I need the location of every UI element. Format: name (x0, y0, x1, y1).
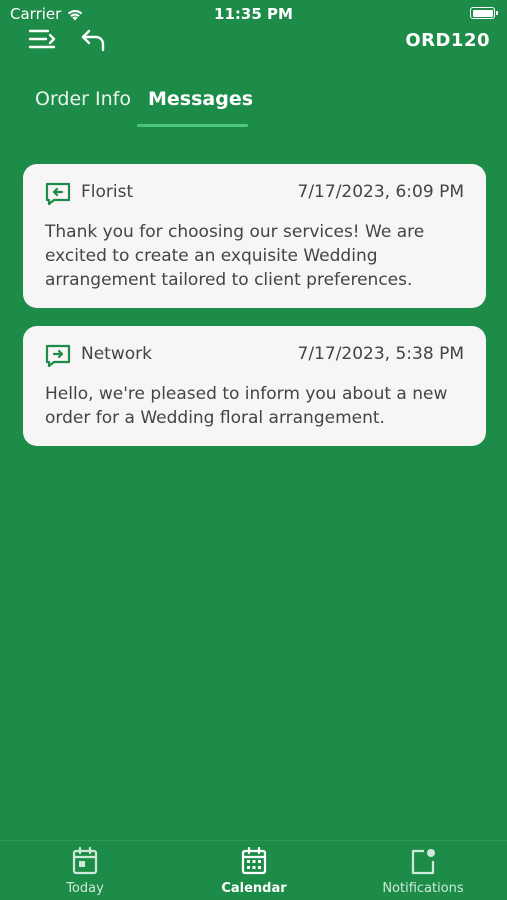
calendar-grid-icon (241, 847, 267, 875)
message-timestamp: 7/17/2023, 6:09 PM (297, 182, 464, 202)
message-outgoing-icon (45, 182, 71, 206)
message-header: Florist 7/17/2023, 6:09 PM (45, 180, 464, 208)
notification-icon (411, 849, 435, 875)
menu-icon (28, 29, 56, 49)
tab-messages[interactable]: Messages (148, 88, 253, 110)
message-body: Thank you for choosing our services! We … (45, 222, 425, 290)
status-time: 11:35 PM (214, 5, 293, 23)
undo-arrow-icon (81, 29, 105, 52)
menu-button[interactable] (28, 26, 58, 54)
battery-icon (470, 7, 498, 19)
tab-notifications[interactable]: Notifications (363, 847, 483, 896)
tab-calendar[interactable]: Calendar (194, 847, 314, 896)
order-id-title: ORD120 (405, 30, 490, 51)
tab-notifications-label: Notifications (382, 881, 464, 896)
tab-calendar-label: Calendar (221, 881, 287, 896)
message-header: Network 7/17/2023, 5:38 PM (45, 342, 464, 370)
message-card[interactable]: Florist 7/17/2023, 6:09 PM Thank you for… (23, 164, 486, 308)
message-sender: Florist (81, 182, 134, 202)
segment-tabs: Order Info Messages (0, 80, 507, 130)
tab-today[interactable]: Today (25, 847, 145, 896)
message-card[interactable]: Network 7/17/2023, 5:38 PM Hello, we're … (23, 326, 486, 446)
tab-today-label: Today (66, 881, 104, 896)
tab-order-info[interactable]: Order Info (35, 88, 131, 110)
message-sender: Network (81, 344, 152, 364)
active-tab-indicator (137, 124, 248, 127)
back-button[interactable] (80, 26, 110, 54)
message-incoming-icon (45, 344, 71, 368)
today-calendar-icon (72, 847, 98, 875)
nav-bar: ORD120 (0, 24, 507, 58)
message-body: Hello, we're pleased to inform you about… (45, 384, 448, 428)
message-timestamp: 7/17/2023, 5:38 PM (297, 344, 464, 364)
bottom-tab-bar: Today Calendar Notifications (0, 840, 507, 900)
